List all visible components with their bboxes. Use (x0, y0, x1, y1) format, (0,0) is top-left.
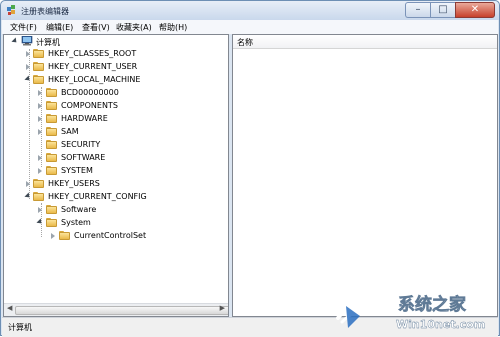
menu-bar: 文件(F) 编辑(E) 查看(V) 收藏夹(A) 帮助(H) (2, 20, 498, 35)
title-bar[interactable]: 注册表编辑器 – □ ✕ (1, 1, 499, 20)
tree-label-components: COMPONENTS (61, 101, 118, 110)
menu-view[interactable]: 查看(V) (82, 22, 110, 33)
tree-label-hkcc-software: Software (61, 205, 97, 214)
expand-arrow-icon[interactable] (36, 218, 44, 226)
folder-icon (46, 153, 57, 162)
regedit-icon (7, 5, 15, 15)
tree-label-hkcu: HKEY_CURRENT_USER (48, 62, 138, 71)
collapse-arrow-icon[interactable] (38, 103, 42, 109)
window-title: 注册表编辑器 (21, 7, 69, 16)
tree-label-hkcc-system: System (61, 218, 91, 227)
close-button[interactable]: ✕ (455, 2, 495, 18)
watermark-brand: 系统之家 (398, 294, 466, 315)
tree-label-hkcr: HKEY_CLASSES_ROOT (48, 49, 137, 58)
tree-label-bcd: BCD00000000 (61, 88, 119, 97)
collapse-arrow-icon[interactable] (38, 155, 42, 161)
tree-label-computer: 计算机 (36, 38, 60, 47)
folder-icon (46, 127, 57, 136)
collapse-arrow-icon[interactable] (38, 207, 42, 213)
status-path: 计算机 (8, 323, 32, 332)
expand-arrow-icon[interactable] (11, 37, 19, 45)
watermark-site: Win10net.com (396, 318, 485, 331)
scroll-left-icon[interactable]: ◀ (7, 304, 12, 312)
scrollbar-thumb[interactable] (15, 306, 228, 315)
collapse-arrow-icon[interactable] (26, 51, 30, 57)
column-header-name[interactable]: 名称 (233, 35, 497, 49)
maximize-button[interactable]: □ (430, 2, 455, 18)
tree-label-hardware: HARDWARE (61, 114, 108, 123)
horizontal-scrollbar[interactable]: ◀ ▶ (4, 303, 228, 316)
tree-label-sam: SAM (61, 127, 79, 136)
expand-arrow-icon[interactable] (24, 75, 32, 83)
folder-icon (46, 166, 57, 175)
folder-icon (33, 179, 44, 188)
folder-icon (33, 62, 44, 71)
menu-help[interactable]: 帮助(H) (159, 22, 187, 33)
folder-icon (46, 205, 57, 214)
collapse-arrow-icon[interactable] (38, 90, 42, 96)
folder-icon (46, 140, 57, 149)
folder-icon (33, 75, 44, 84)
collapse-arrow-icon[interactable] (38, 129, 42, 135)
minimize-button[interactable]: – (405, 2, 430, 18)
menu-edit[interactable]: 编辑(E) (46, 22, 73, 33)
collapse-arrow-icon[interactable] (38, 116, 42, 122)
folder-icon (46, 114, 57, 123)
value-list-pane[interactable]: 名称 (232, 34, 498, 317)
site-watermark: 系统之家 Win10net.com (336, 294, 486, 331)
menu-favorites[interactable]: 收藏夹(A) (116, 22, 152, 33)
folder-icon (33, 192, 44, 201)
column-header-label: 名称 (237, 38, 253, 47)
tree-guide-line (29, 49, 30, 199)
tree-label-hku: HKEY_USERS (48, 179, 100, 188)
menu-file[interactable]: 文件(F) (10, 22, 37, 33)
minimize-icon: – (415, 4, 421, 15)
collapse-arrow-icon[interactable] (26, 64, 30, 70)
folder-icon (33, 49, 44, 58)
maximize-icon: □ (438, 4, 448, 15)
tree-label-system: SYSTEM (61, 166, 93, 175)
key-tree-pane[interactable]: 计算机 HKEY_CLASSES_ROOT HKEY_CURRENT_USER … (3, 34, 229, 317)
collapse-arrow-icon[interactable] (38, 168, 42, 174)
folder-icon (46, 88, 57, 97)
expand-arrow-icon[interactable] (24, 192, 32, 200)
tree-label-current-control-set: CurrentControlSet (74, 231, 147, 240)
folder-icon (46, 101, 57, 110)
tree-label-hkcc: HKEY_CURRENT_CONFIG (48, 192, 147, 201)
tree-label-security: SECURITY (61, 140, 101, 149)
tree-label-hklm: HKEY_LOCAL_MACHINE (48, 75, 141, 84)
watermark-logo-icon (336, 296, 380, 328)
tree-label-software: SOFTWARE (61, 153, 106, 162)
folder-icon (46, 218, 57, 227)
folder-icon (59, 231, 70, 240)
close-icon: ✕ (470, 4, 480, 15)
collapse-arrow-icon[interactable] (51, 233, 55, 239)
collapse-arrow-icon[interactable] (26, 181, 30, 187)
computer-icon (21, 36, 33, 46)
scroll-right-icon[interactable]: ▶ (220, 304, 225, 312)
caption-buttons: – □ ✕ (405, 2, 495, 18)
